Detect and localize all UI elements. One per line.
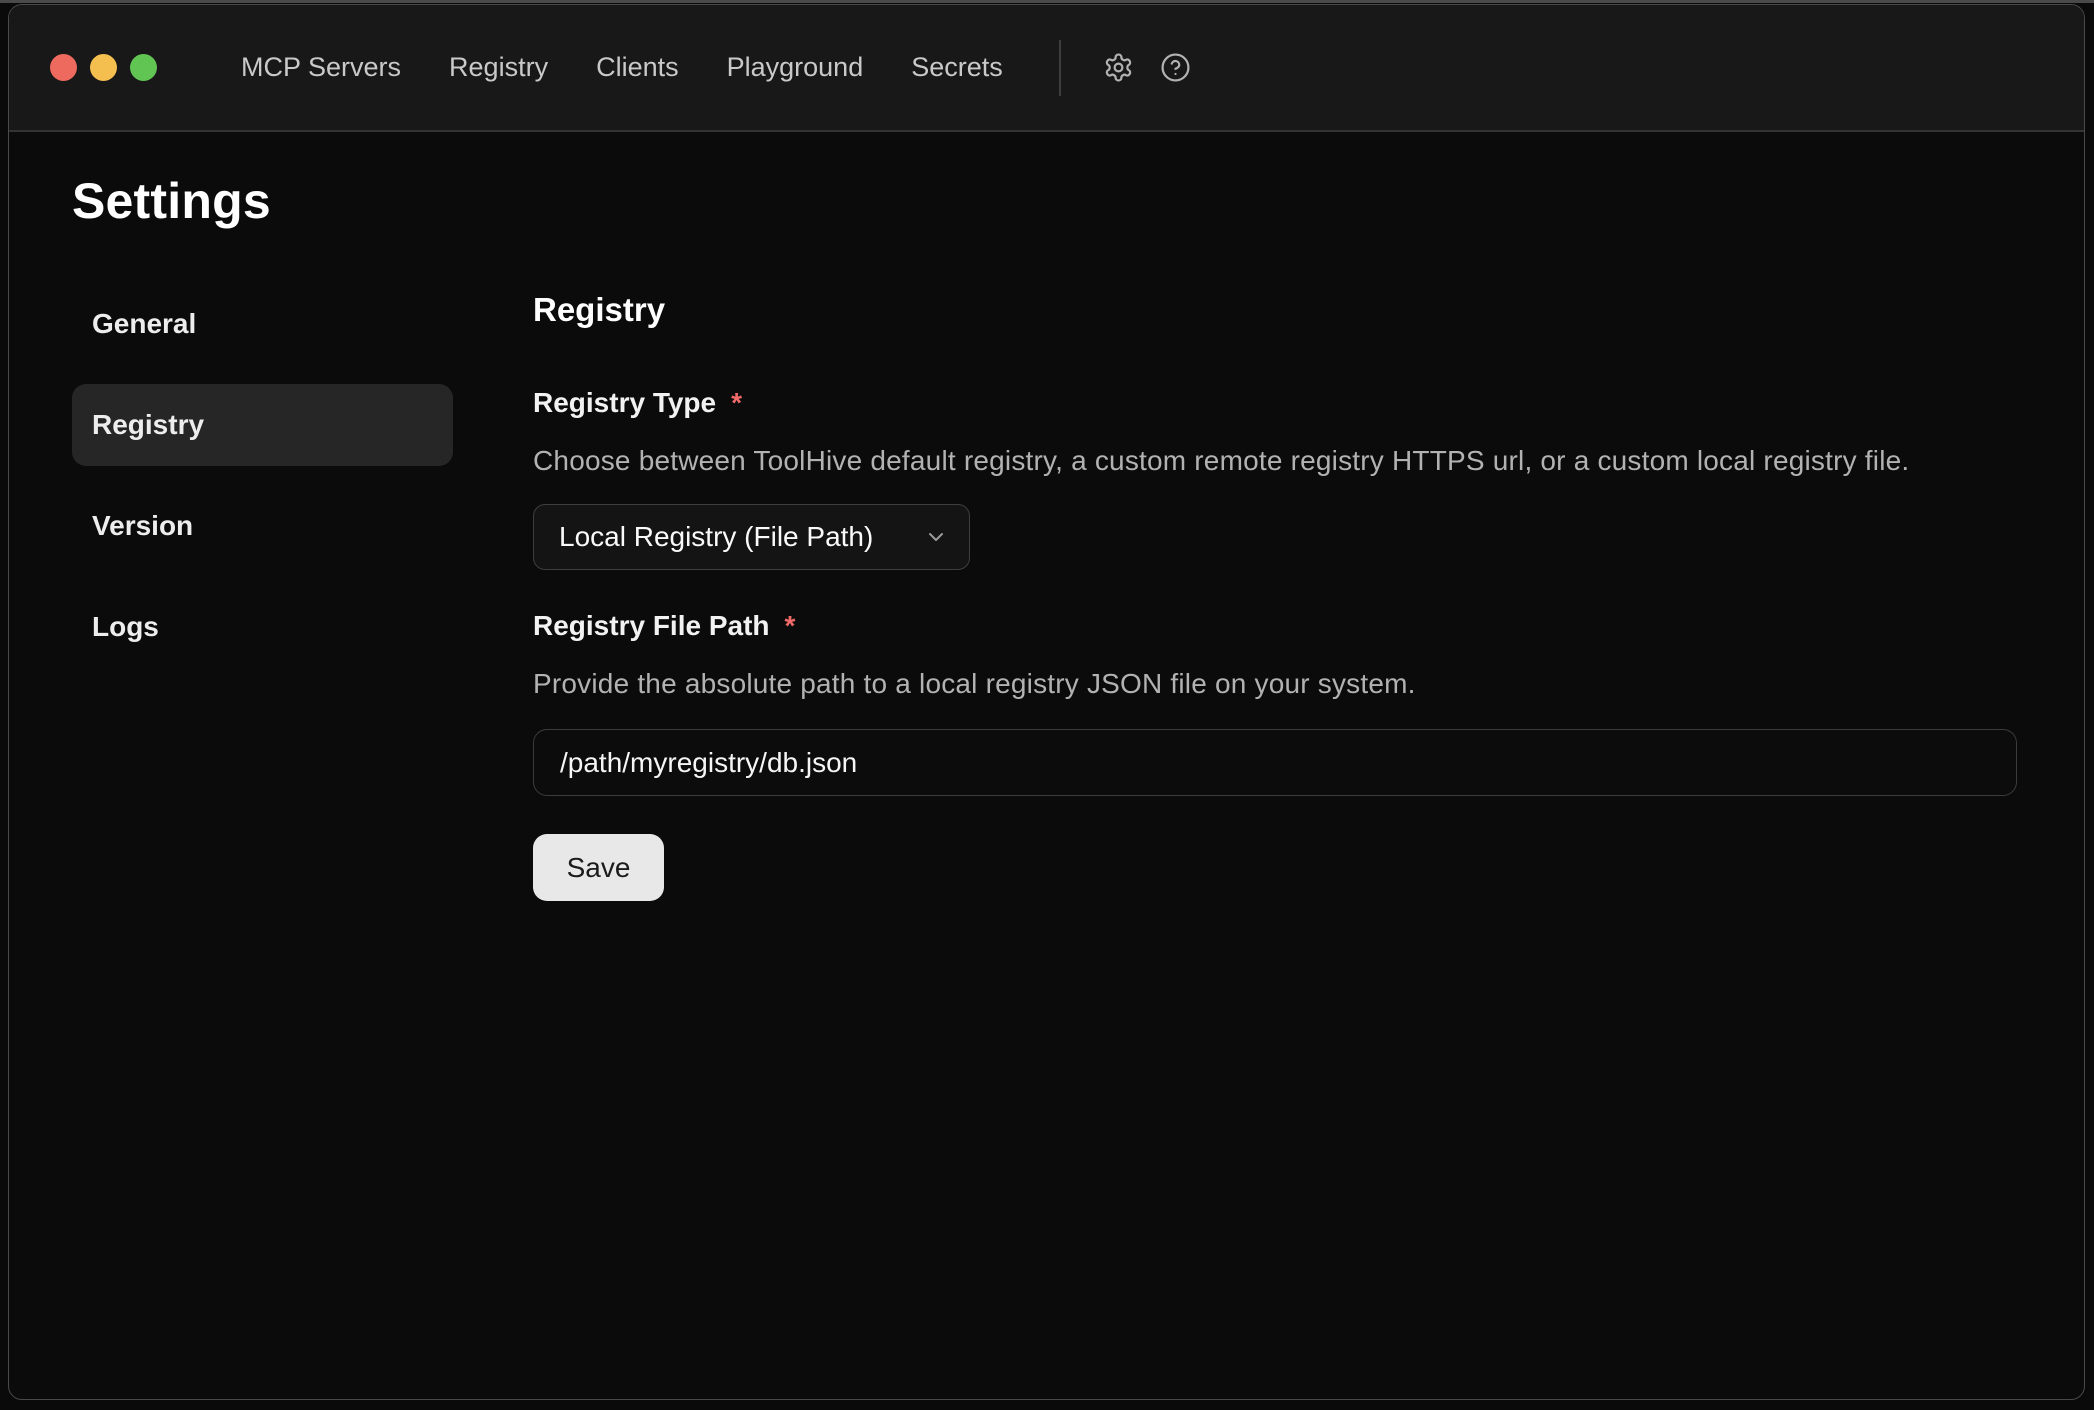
registry-type-description: Choose between ToolHive default registry… bbox=[533, 445, 2017, 477]
registry-type-select[interactable]: Local Registry (File Path) bbox=[533, 504, 970, 570]
registry-settings-panel: Registry Registry Type * Choose between … bbox=[533, 283, 2017, 901]
main-nav: MCP Servers Registry Clients Playground … bbox=[241, 52, 1003, 83]
save-button[interactable]: Save bbox=[533, 834, 664, 901]
app-window: MCP Servers Registry Clients Playground … bbox=[8, 4, 2085, 1400]
sidebar-item-general[interactable]: General bbox=[72, 283, 453, 365]
traffic-lights bbox=[50, 54, 157, 81]
registry-file-path-label-row: Registry File Path * bbox=[533, 610, 2017, 642]
nav-item-registry[interactable]: Registry bbox=[449, 52, 548, 83]
registry-type-label-row: Registry Type * bbox=[533, 387, 2017, 419]
registry-file-path-label: Registry File Path bbox=[533, 610, 770, 642]
section-heading: Registry bbox=[533, 291, 2017, 329]
registry-type-label: Registry Type bbox=[533, 387, 716, 419]
required-asterisk: * bbox=[731, 387, 742, 419]
sidebar-item-version[interactable]: Version bbox=[72, 485, 453, 567]
gear-icon[interactable] bbox=[1103, 52, 1134, 83]
nav-item-mcp-servers[interactable]: MCP Servers bbox=[241, 52, 401, 83]
help-icon[interactable] bbox=[1160, 52, 1191, 83]
nav-item-clients[interactable]: Clients bbox=[596, 52, 679, 83]
titlebar-divider bbox=[1059, 40, 1061, 96]
nav-item-secrets[interactable]: Secrets bbox=[911, 52, 1003, 83]
chevron-down-icon bbox=[924, 525, 948, 549]
sidebar-item-logs[interactable]: Logs bbox=[72, 586, 453, 668]
minimize-window-icon[interactable] bbox=[90, 54, 117, 81]
background-window-edge bbox=[0, 0, 2094, 3]
registry-type-select-value: Local Registry (File Path) bbox=[559, 521, 873, 553]
nav-item-playground[interactable]: Playground bbox=[727, 52, 864, 83]
titlebar: MCP Servers Registry Clients Playground … bbox=[9, 5, 2084, 132]
settings-page: Settings General Registry Version Logs R… bbox=[9, 132, 2084, 901]
zoom-window-icon[interactable] bbox=[130, 54, 157, 81]
page-title: Settings bbox=[72, 171, 2084, 231]
close-window-icon[interactable] bbox=[50, 54, 77, 81]
sidebar-item-registry[interactable]: Registry bbox=[72, 384, 453, 466]
required-asterisk: * bbox=[785, 610, 796, 642]
registry-file-path-input[interactable] bbox=[533, 729, 2017, 796]
registry-file-path-description: Provide the absolute path to a local reg… bbox=[533, 668, 2017, 700]
settings-sidebar: General Registry Version Logs bbox=[72, 283, 453, 687]
